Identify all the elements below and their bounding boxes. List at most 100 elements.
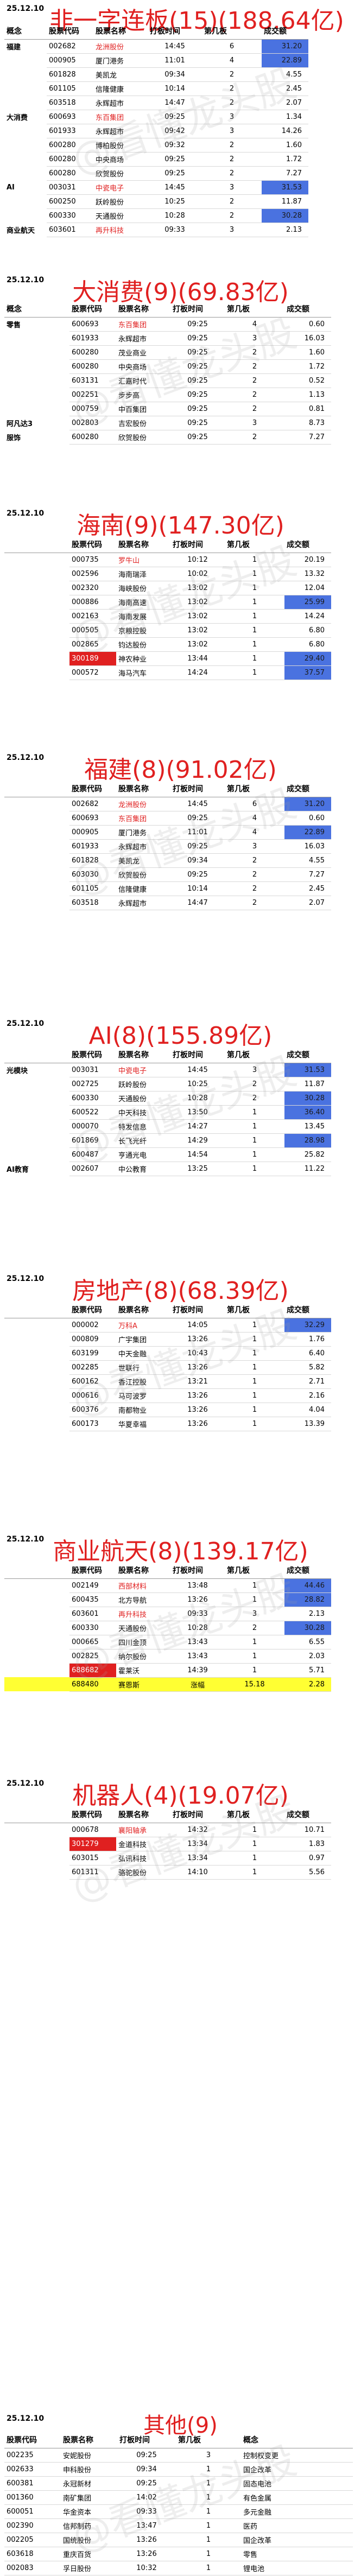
cell-concept bbox=[4, 896, 69, 910]
table-row: 603199 中天金融 10:43 1 6.40 bbox=[4, 1346, 331, 1361]
table-row: 600330 天通股份 10:28 2 30.28 bbox=[4, 1621, 331, 1635]
cell-amount: 25.82 bbox=[284, 1147, 331, 1162]
cell-name: 中瓷电子 bbox=[116, 1063, 170, 1077]
table-row: 300189 神农种业 13:44 1 29.40 bbox=[4, 651, 331, 666]
cell-board: 1 bbox=[225, 665, 284, 680]
cell-board: 1 bbox=[225, 1318, 284, 1333]
cell-name: 西部材料 bbox=[116, 1578, 170, 1593]
stock-table: 概念 股票代码 股票名称 打板时间 第几板 成交额 零售 600693 东百集团 09:25 4 0.… bbox=[4, 301, 331, 445]
cell-amount: 0.81 bbox=[284, 402, 331, 416]
cell-code: 600522 bbox=[69, 1105, 116, 1120]
column-header: 股票名称 bbox=[93, 23, 148, 40]
cell-code: 601869 bbox=[69, 1133, 116, 1148]
cell-concept bbox=[4, 1621, 69, 1635]
column-header bbox=[4, 1562, 69, 1579]
cell-name: 东百集团 bbox=[93, 110, 148, 124]
cell-time: 13:26 bbox=[170, 1360, 225, 1375]
cell-board: 2 bbox=[225, 430, 284, 445]
cell-amount: 14.26 bbox=[262, 124, 308, 138]
table-row: 002285 世联行 13:26 1 5.82 bbox=[4, 1360, 331, 1375]
cell-amount: 31.20 bbox=[262, 39, 308, 54]
table-row: 000759 中百集团 09:25 2 0.81 bbox=[4, 402, 331, 416]
cell-code: 600330 bbox=[47, 208, 93, 223]
table-row: 002083 孚日股份 10:32 1 锂电池 bbox=[4, 2561, 353, 2575]
table-row: 601933 永辉超市 09:42 3 14.26 bbox=[4, 124, 308, 138]
cell-board: 15.18 bbox=[225, 1677, 284, 1692]
cell-concept bbox=[4, 1607, 69, 1621]
section-8: 25.12.10 其他(9) 股票代码 股票名称 打板时间 第几板 概念 002235 安妮股份… bbox=[0, 2410, 361, 2575]
cell-amount: 36.40 bbox=[284, 1105, 331, 1120]
cell-code: 002682 bbox=[47, 39, 93, 54]
cell-time: 13:02 bbox=[170, 637, 225, 652]
column-header: 成交额 bbox=[284, 1562, 331, 1579]
cell-time: 09:25 bbox=[170, 373, 225, 388]
cell-time: 14:47 bbox=[148, 96, 202, 110]
cell-amount: 4.55 bbox=[284, 853, 331, 868]
cell-name: 中百集团 bbox=[116, 402, 170, 416]
table-row: 商业航天 603601 再升科技 09:33 3 2.13 bbox=[4, 223, 308, 237]
table-row: 002825 纳尔股份 13:43 1 2.03 bbox=[4, 1649, 331, 1664]
cell-concept bbox=[4, 1823, 69, 1837]
cell-time: 10:02 bbox=[170, 567, 225, 581]
cell-concept bbox=[4, 81, 47, 96]
cell-board: 1 bbox=[225, 1388, 284, 1403]
cell-board: 3 bbox=[225, 1607, 284, 1621]
cell-concept bbox=[4, 811, 69, 825]
header-row: 股票代码 股票名称 打板时间 第几板 成交额 bbox=[4, 1302, 331, 1318]
stock-table: 股票代码 股票名称 打板时间 第几板 成交额 000678 襄阳轴承 14:32 1 10.71 3… bbox=[4, 1806, 331, 1880]
cell-time: 13:21 bbox=[170, 1374, 225, 1389]
column-header: 第几板 bbox=[225, 1806, 284, 1823]
column-header: 第几板 bbox=[225, 301, 284, 318]
cell-board: 6 bbox=[202, 39, 262, 54]
cell-concept bbox=[4, 1388, 69, 1403]
cell-amount: 0.60 bbox=[284, 811, 331, 826]
cell-code: 002251 bbox=[69, 388, 116, 402]
cell-code: 002633 bbox=[4, 2462, 61, 2477]
column-header: 打板时间 bbox=[170, 781, 225, 797]
cell-concept bbox=[4, 152, 47, 166]
table-row: 600693 东百集团 09:25 4 0.60 bbox=[4, 811, 331, 826]
cell-amount: 30.28 bbox=[262, 208, 308, 223]
cell-code: 603601 bbox=[69, 1607, 116, 1621]
cell-amount: 31.53 bbox=[262, 180, 308, 195]
cell-concept bbox=[4, 1677, 69, 1691]
cell-concept bbox=[4, 1091, 69, 1105]
cell-concept bbox=[4, 1417, 69, 1431]
cell-concept bbox=[4, 388, 69, 402]
cell-name: 东百集团 bbox=[116, 811, 170, 826]
cell-time: 13:02 bbox=[170, 581, 225, 595]
cell-concept bbox=[4, 194, 47, 208]
cell-amount: 7.27 bbox=[284, 867, 331, 882]
cell-concept bbox=[4, 1119, 69, 1133]
cell-name: 孚日股份 bbox=[61, 2561, 117, 2575]
cell-amount: 7.27 bbox=[284, 430, 331, 445]
table-row: 600250 跃岭股份 10:25 2 11.87 bbox=[4, 194, 308, 209]
cell-code: 601105 bbox=[47, 81, 93, 96]
cell-name: 中瓷电子 bbox=[93, 180, 148, 195]
cell-amount: 1.34 bbox=[262, 110, 308, 124]
cell-code: 600250 bbox=[47, 194, 93, 209]
cell-board: 1 bbox=[225, 567, 284, 581]
cell-name: 永辉超市 bbox=[93, 96, 148, 110]
cell-time: 14:45 bbox=[148, 39, 202, 54]
column-header: 第几板 bbox=[225, 1046, 284, 1063]
cell-name: 欣贺股份 bbox=[116, 430, 170, 445]
cell-board: 2 bbox=[202, 96, 262, 110]
cell-board: 1 bbox=[176, 2518, 241, 2533]
cell-time: 11:01 bbox=[170, 825, 225, 840]
cell-code: 002803 bbox=[69, 416, 116, 430]
cell-time: 14:27 bbox=[170, 1119, 225, 1134]
cell-code: 002682 bbox=[69, 797, 116, 811]
column-header: 股票代码 bbox=[47, 23, 93, 40]
header-row: 概念 股票代码 股票名称 打板时间 第几板 成交额 bbox=[4, 23, 308, 40]
cell-code: 000002 bbox=[69, 1318, 116, 1333]
cell-code: 000759 bbox=[69, 402, 116, 416]
cell-code: 002865 bbox=[69, 637, 116, 652]
table-row: 000678 襄阳轴承 14:32 1 10.71 bbox=[4, 1823, 331, 1837]
cell-name: 天通股份 bbox=[93, 208, 148, 223]
cell-board: 2 bbox=[225, 881, 284, 896]
cell-code: 002596 bbox=[69, 567, 116, 581]
cell-concept bbox=[4, 637, 69, 651]
cell-code: 600487 bbox=[69, 1147, 116, 1162]
cell-name: 襄阳轴承 bbox=[116, 1823, 170, 1837]
